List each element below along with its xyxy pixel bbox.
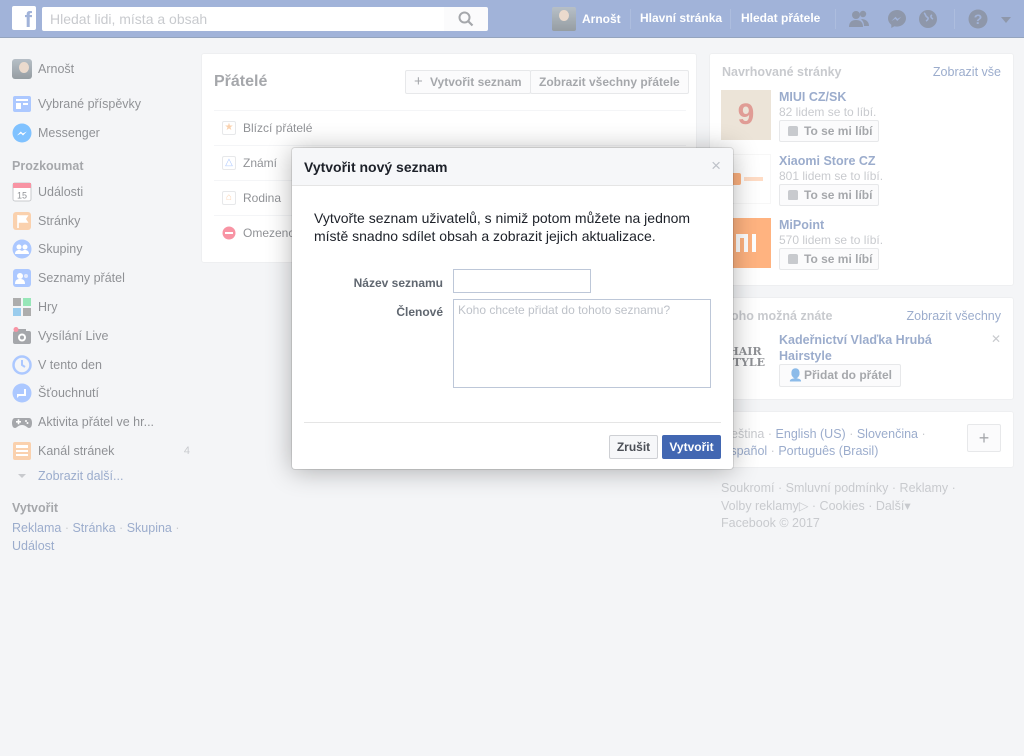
members-input[interactable]: [453, 299, 711, 388]
dialog-title: Vytvořit nový seznam: [304, 159, 448, 175]
members-label: Členové: [396, 305, 443, 319]
dialog-description: Vytvořte seznam uživatelů, s nimiž potom…: [314, 210, 691, 244]
dialog-header: Vytvořit nový seznam ×: [292, 148, 733, 186]
create-list-dialog: Vytvořit nový seznam × Vytvořte seznam u…: [292, 148, 733, 469]
cancel-button[interactable]: Zrušit: [609, 435, 658, 459]
list-name-input[interactable]: [453, 269, 591, 293]
close-icon[interactable]: ×: [711, 157, 721, 175]
list-name-label: Název seznamu: [353, 276, 443, 290]
create-button[interactable]: Vytvořit: [662, 435, 721, 459]
divider: [304, 422, 721, 423]
